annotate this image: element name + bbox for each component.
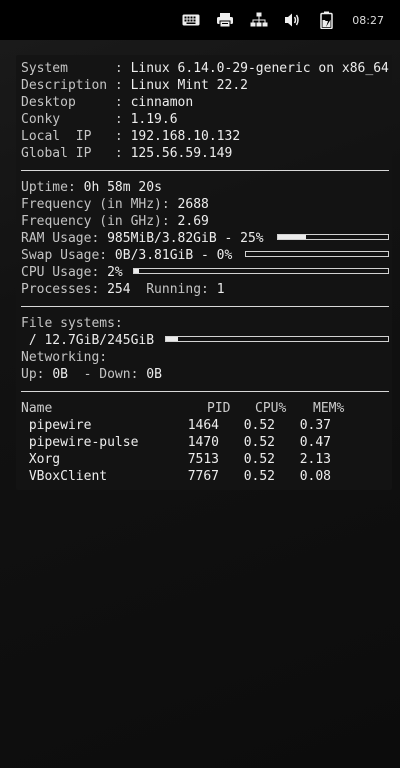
col-mem: MEM%	[313, 401, 345, 416]
fs-heading: File systems:	[21, 316, 123, 331]
system-info-row: Desktop : cinnamon	[21, 95, 194, 110]
fs-usage-fill	[166, 337, 178, 341]
ram-usage-bar	[277, 234, 389, 240]
net-row: Up: 0B - Down: 0B	[21, 367, 162, 382]
cpu-usage-fill	[134, 269, 140, 273]
proc-cpu: 0.52	[243, 452, 275, 467]
system-info-row: Conky : 1.19.6	[21, 112, 178, 127]
resources-section: Uptime: 0h 58m 20s Frequency (in MHz): 2…	[21, 179, 389, 298]
proc-pid: 7767	[187, 469, 219, 484]
cpu-usage-bar	[133, 268, 389, 274]
proc-cpu: 0.52	[243, 469, 275, 484]
freq-mhz-value: 2688	[177, 197, 209, 212]
info-value: 125.56.59.149	[130, 146, 233, 161]
process-table-header: Name PID CPU% MEM%	[21, 400, 387, 417]
info-value: 1.19.6	[130, 112, 178, 127]
divider	[21, 306, 389, 307]
keyboard-icon[interactable]	[180, 9, 202, 31]
proc-pid: 1464	[187, 418, 219, 433]
info-label: Local IP	[21, 129, 108, 144]
fs-value: / 12.7GiB/245GiB	[21, 333, 155, 348]
system-info-section: System : Linux 6.14.0-29-generic on x86_…	[21, 60, 389, 162]
proc-cpu: 0.52	[243, 418, 275, 433]
proc-name: VBoxClient	[21, 469, 108, 484]
clock[interactable]: 08:27	[352, 14, 384, 27]
download-value: 0B	[146, 367, 162, 382]
conky-widget: System : Linux 6.14.0-29-generic on x86_…	[16, 55, 392, 490]
info-label: Description	[21, 78, 108, 93]
divider	[21, 170, 389, 171]
system-info-row: Local IP : 192.168.10.132	[21, 129, 241, 144]
upload-value: 0B	[52, 367, 68, 382]
proc-name: pipewire-pulse	[21, 435, 139, 450]
processes-row: Processes: 254 Running: 1	[21, 282, 225, 297]
info-label: Global IP	[21, 146, 108, 161]
col-name: Name	[21, 401, 53, 416]
fs-usage-bar	[165, 336, 389, 342]
swap-row: Swap Usage: 0B/3.81GiB - 0%	[21, 247, 389, 264]
proc-mem: 0.47	[299, 435, 331, 450]
system-info-row: Description : Linux Mint 22.2	[21, 78, 248, 93]
swap-value: 0B/3.81GiB - 0%	[114, 248, 233, 263]
proc-pid: 1470	[187, 435, 219, 450]
printer-icon[interactable]	[214, 9, 236, 31]
freq-ghz-value: 2.69	[177, 214, 209, 229]
info-label: Conky	[21, 112, 108, 127]
battery-icon[interactable]	[316, 9, 338, 31]
info-label: System	[21, 61, 108, 76]
uptime-row: Uptime: 0h 58m 20s	[21, 180, 162, 195]
ram-usage-fill	[278, 235, 306, 239]
system-tray: 08:27	[180, 0, 400, 40]
proc-name: Xorg	[21, 452, 61, 467]
proc-mem: 2.13	[299, 452, 331, 467]
system-info-row: System : Linux 6.14.0-29-generic on x86_…	[21, 61, 389, 76]
proc-name: pipewire	[21, 418, 92, 433]
freq-ghz-row: Frequency (in GHz): 2.69	[21, 214, 209, 229]
proc-mem: 0.37	[299, 418, 331, 433]
uptime-value: 0h 58m 20s	[83, 180, 162, 195]
top-panel: 08:27	[0, 0, 400, 40]
table-row: VBoxClient 7767 0.52 0.08	[21, 468, 387, 485]
info-value: cinnamon	[130, 95, 194, 110]
ram-value: 985MiB/3.82GiB - 25%	[107, 231, 264, 246]
proc-pid: 7513	[187, 452, 219, 467]
cpu-value: 2%	[107, 265, 123, 280]
system-info-row: Global IP : 125.56.59.149	[21, 146, 233, 161]
col-cpu: CPU%	[255, 401, 287, 416]
fs-row: / 12.7GiB/245GiB	[21, 332, 389, 349]
table-row: pipewire 1464 0.52 0.37	[21, 417, 387, 434]
swap-usage-bar	[245, 251, 389, 257]
info-value: Linux 6.14.0-29-generic on x86_64	[130, 61, 389, 76]
proc-cpu: 0.52	[243, 435, 275, 450]
proc-mem: 0.08	[299, 469, 331, 484]
info-value: Linux Mint 22.2	[130, 78, 248, 93]
table-row: Xorg 7513 0.52 2.13	[21, 451, 387, 468]
col-pid: PID	[207, 401, 231, 416]
net-heading: Networking:	[21, 350, 108, 365]
divider	[21, 391, 389, 392]
table-row: pipewire-pulse 1470 0.52 0.47	[21, 434, 387, 451]
processes-value: 254	[107, 282, 131, 297]
info-label: Desktop	[21, 95, 108, 110]
info-value: 192.168.10.132	[130, 129, 241, 144]
volume-icon[interactable]	[282, 9, 304, 31]
cpu-row: CPU Usage: 2%	[21, 264, 389, 281]
running-value: 1	[216, 282, 225, 297]
ram-row: RAM Usage: 985MiB/3.82GiB - 25%	[21, 230, 389, 247]
freq-mhz-row: Frequency (in MHz): 2688	[21, 197, 209, 212]
process-table: Name PID CPU% MEM% pipewire 1464 0.52 0.…	[21, 400, 387, 485]
network-icon[interactable]	[248, 9, 270, 31]
filesystem-network-section: File systems: / 12.7GiB/245GiB Networkin…	[21, 315, 389, 383]
